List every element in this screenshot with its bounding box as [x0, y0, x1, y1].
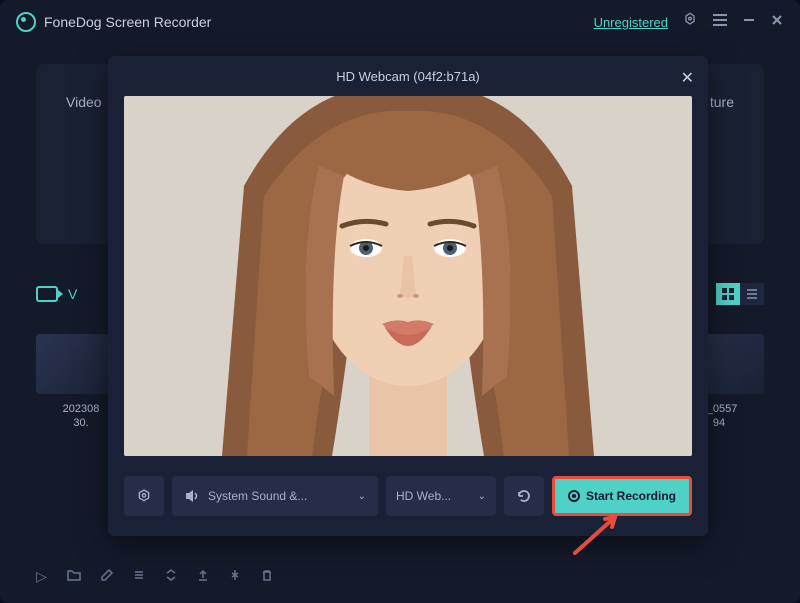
minimize-icon[interactable]	[742, 13, 756, 32]
thumbnail-label: 20230830.	[63, 402, 100, 431]
app-logo-icon	[16, 12, 36, 32]
folder-icon[interactable]	[67, 568, 81, 585]
share-icon[interactable]	[197, 568, 209, 585]
device-dropdown[interactable]: HD Web... ⌄	[386, 476, 496, 516]
speaker-icon	[184, 489, 200, 503]
modal-controls: System Sound &... ⌄ HD Web... ⌄ Start Re…	[108, 464, 708, 528]
webcam-preview	[124, 96, 692, 456]
modal-title: HD Webcam (04f2:b71a)	[336, 69, 480, 84]
audio-source-label: System Sound &...	[208, 489, 307, 503]
camera-icon	[36, 286, 58, 302]
view-toggle	[716, 283, 764, 305]
play-icon[interactable]: ▷	[36, 568, 47, 585]
list-view-button[interactable]	[740, 283, 764, 305]
filter-label: V	[68, 286, 77, 302]
grid-view-button[interactable]	[716, 283, 740, 305]
chevron-down-icon: ⌄	[478, 491, 486, 502]
start-recording-label: Start Recording	[586, 489, 676, 503]
titlebar: FoneDog Screen Recorder Unregistered	[0, 0, 800, 44]
tab-video-label: Video	[66, 94, 102, 110]
tab-capture-label: ture	[710, 94, 734, 110]
bottom-toolbar: ▷	[36, 568, 273, 585]
device-label: HD Web...	[396, 489, 451, 503]
settings-gear-icon[interactable]	[682, 12, 698, 33]
compress-icon[interactable]	[229, 568, 241, 585]
unregistered-link[interactable]: Unregistered	[594, 15, 668, 30]
app-title: FoneDog Screen Recorder	[44, 14, 211, 30]
adjust-icon[interactable]	[133, 568, 145, 585]
refresh-button[interactable]	[504, 476, 544, 516]
audio-source-dropdown[interactable]: System Sound &... ⌄	[172, 476, 378, 516]
modal-header: HD Webcam (04f2:b71a) ✕	[108, 56, 708, 96]
edit-icon[interactable]	[101, 568, 113, 585]
delete-icon[interactable]	[261, 568, 273, 585]
menu-icon[interactable]	[712, 13, 728, 32]
titlebar-right: Unregistered	[594, 12, 784, 33]
titlebar-left: FoneDog Screen Recorder	[16, 12, 211, 32]
close-icon[interactable]	[770, 13, 784, 32]
modal-settings-button[interactable]	[124, 476, 164, 516]
convert-icon[interactable]	[165, 568, 177, 585]
webcam-modal: HD Webcam (04f2:b71a) ✕	[108, 56, 708, 536]
chevron-down-icon: ⌄	[358, 491, 366, 502]
record-icon	[568, 490, 580, 502]
start-recording-button[interactable]: Start Recording	[552, 476, 692, 516]
modal-close-icon[interactable]: ✕	[681, 68, 694, 88]
